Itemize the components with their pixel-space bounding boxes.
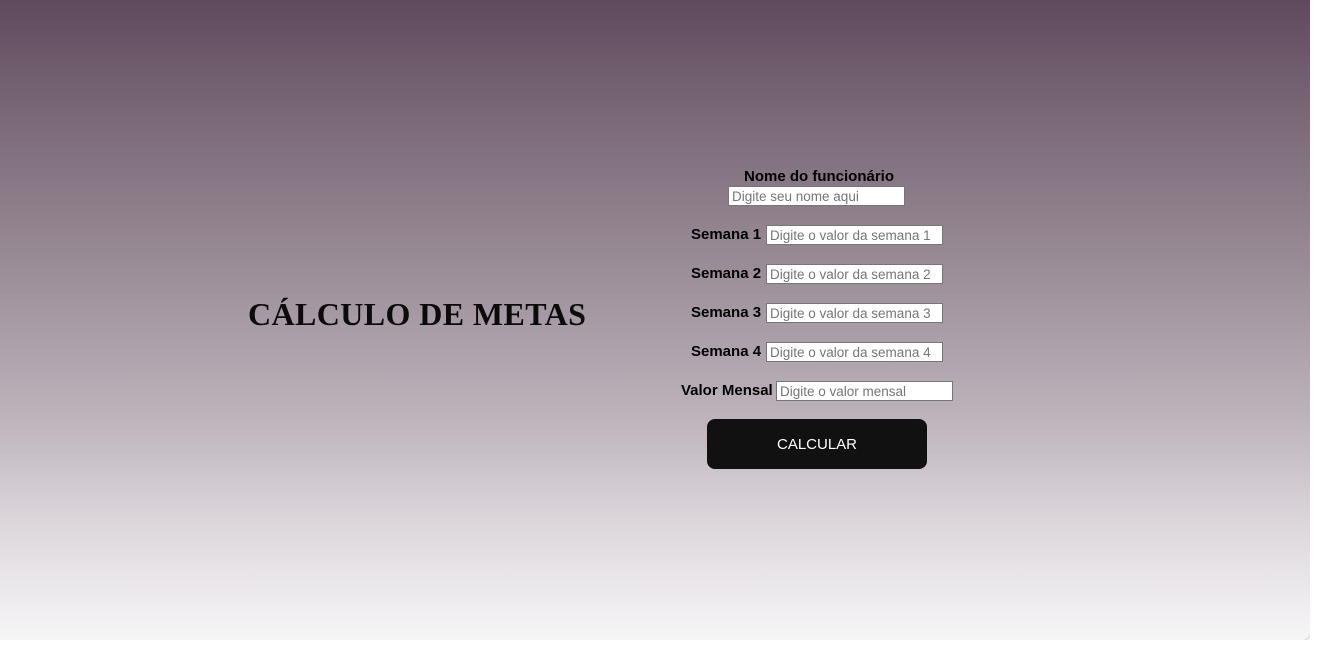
- page-title: CÁLCULO DE METAS: [248, 296, 587, 332]
- week-4-input[interactable]: [766, 342, 943, 362]
- week-2-input[interactable]: [766, 264, 943, 284]
- week-3-input[interactable]: [766, 303, 943, 323]
- window-bottom-edge: [0, 640, 1320, 648]
- monthly-input[interactable]: [776, 381, 953, 401]
- week-1-input[interactable]: [766, 225, 943, 245]
- window-right-edge: [1310, 0, 1320, 648]
- week-2-label: Semana 2: [691, 265, 762, 282]
- week-4-label: Semana 4: [691, 343, 762, 360]
- week-1-label: Semana 1: [691, 226, 762, 243]
- calculate-button[interactable]: CALCULAR: [707, 419, 927, 469]
- name-label: Nome do funcionário: [744, 168, 894, 185]
- monthly-label: Valor Mensal: [681, 382, 773, 399]
- week-3-label: Semana 3: [691, 304, 762, 321]
- name-input[interactable]: [728, 186, 905, 206]
- page-background: CÁLCULO DE METAS Nome do funcionário Sem…: [0, 0, 1310, 640]
